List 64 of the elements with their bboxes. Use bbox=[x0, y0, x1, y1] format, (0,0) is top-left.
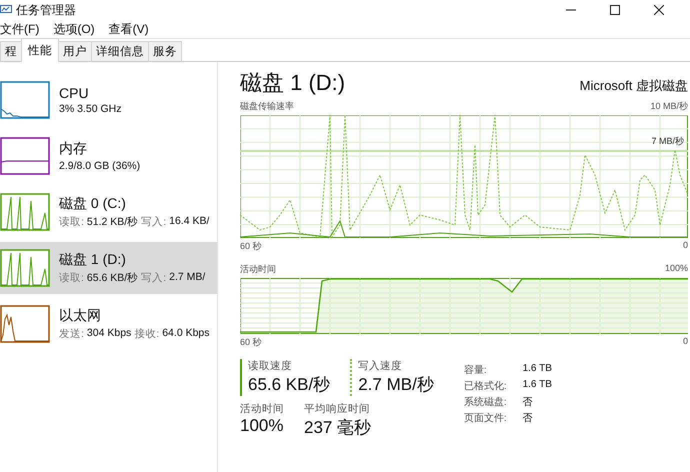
device-name: 以太网 bbox=[59, 307, 102, 325]
detail-value: 51.2 KB/秒 bbox=[86, 215, 138, 229]
sidebar-item[interactable]: 以太网 发送: 304 Kbps 接收: 64.0 Kbps bbox=[0, 298, 217, 350]
stat-value: 2.7 MB/秒 bbox=[358, 374, 434, 396]
detail-value: 2.9/8.0 GB (36%) bbox=[59, 160, 140, 172]
sidebar-item[interactable]: 磁盘 0 (C:) 读取: 51.2 KB/秒 写入: 16.4 KB/ bbox=[0, 186, 217, 238]
detail-value: 65.6 KB/秒 bbox=[86, 271, 138, 285]
tab[interactable]: 用户 bbox=[58, 41, 92, 61]
detail-label: 读取: bbox=[59, 271, 84, 285]
detail-label: 写入: bbox=[141, 215, 166, 229]
detail-value: 64.0 Kbps bbox=[162, 327, 210, 341]
device-name: 磁盘 0 (C:) bbox=[59, 195, 127, 213]
tab[interactable]: 程 bbox=[0, 41, 22, 61]
detail-label: 接收: bbox=[134, 327, 160, 341]
property-label: 系统磁盘: bbox=[464, 396, 507, 409]
detail-value: 304 Kbps bbox=[86, 327, 132, 341]
tab[interactable]: 详细信息 bbox=[91, 41, 149, 61]
property-label: 页面文件: bbox=[464, 412, 507, 425]
graph-label: 活动时间 bbox=[240, 263, 276, 276]
stat-value: 65.6 KB/秒 bbox=[248, 374, 330, 396]
stat-label: 平均响应时间 bbox=[304, 402, 371, 416]
stat-value: 237 毫秒 bbox=[304, 417, 372, 439]
time-span-label: 60 秒 bbox=[240, 240, 262, 253]
detail-label: 读取: bbox=[59, 215, 84, 229]
graph-label: 磁盘传输速率 bbox=[240, 100, 294, 113]
menu-item[interactable]: 文件(F) bbox=[0, 20, 40, 38]
detail-value: 3% 3.50 GHz bbox=[59, 103, 122, 115]
usage-thumbnail bbox=[0, 249, 50, 287]
disk-title: 磁盘 1 (D:) bbox=[240, 69, 346, 97]
tab[interactable]: 服务 bbox=[148, 41, 182, 61]
detail-label: 写入: bbox=[141, 271, 166, 285]
menu-item[interactable]: 查看(V) bbox=[108, 20, 149, 38]
stat-label: 读取速度 bbox=[248, 359, 293, 373]
stat-label: 写入速度 bbox=[358, 359, 404, 373]
menu-item[interactable]: 选项(O) bbox=[53, 20, 95, 38]
disk-model: Microsoft 虚拟磁盘 bbox=[580, 77, 688, 95]
graph-max-label: 100% bbox=[664, 263, 688, 275]
close-icon[interactable] bbox=[654, 5, 664, 15]
graph-marker-label: 7 MB/秒 bbox=[651, 135, 684, 148]
window-title: 任务管理器 bbox=[16, 2, 76, 18]
sidebar-item[interactable]: 磁盘 1 (D:) 读取: 65.6 KB/秒 写入: 2.7 MB/ bbox=[0, 242, 217, 294]
property-value: 否 bbox=[522, 412, 534, 425]
maximize-icon[interactable] bbox=[610, 5, 620, 15]
detail-label: 发送: bbox=[59, 327, 84, 341]
stat-value: 100% bbox=[240, 416, 284, 436]
device-name: 内存 bbox=[59, 140, 88, 158]
graph-min-label: 0 bbox=[682, 240, 688, 252]
detail-value: 2.7 MB/ bbox=[169, 271, 206, 285]
sidebar-item[interactable]: CPU 3% 3.50 GHz bbox=[0, 74, 217, 126]
property-label: 已格式化: bbox=[464, 380, 507, 393]
graph-min-label: 0 bbox=[682, 336, 688, 348]
property-value: 1.6 TB bbox=[522, 363, 552, 376]
property-label: 容量: bbox=[464, 364, 488, 377]
device-name: 磁盘 1 (D:) bbox=[59, 251, 127, 269]
tab[interactable]: 性能 bbox=[21, 38, 59, 62]
stat-label: 活动时间 bbox=[240, 402, 284, 416]
sidebar-item[interactable]: 内存 2.9/8.0 GB (36%) bbox=[0, 130, 217, 182]
time-span-label: 60 秒 bbox=[240, 336, 262, 349]
app-icon bbox=[0, 5, 12, 15]
property-value: 1.6 TB bbox=[522, 379, 552, 392]
detail-value: 16.4 KB/ bbox=[169, 215, 210, 229]
graph-max-label: 10 MB/秒 bbox=[650, 100, 688, 113]
property-value: 否 bbox=[522, 396, 534, 409]
device-name: CPU bbox=[59, 85, 90, 101]
